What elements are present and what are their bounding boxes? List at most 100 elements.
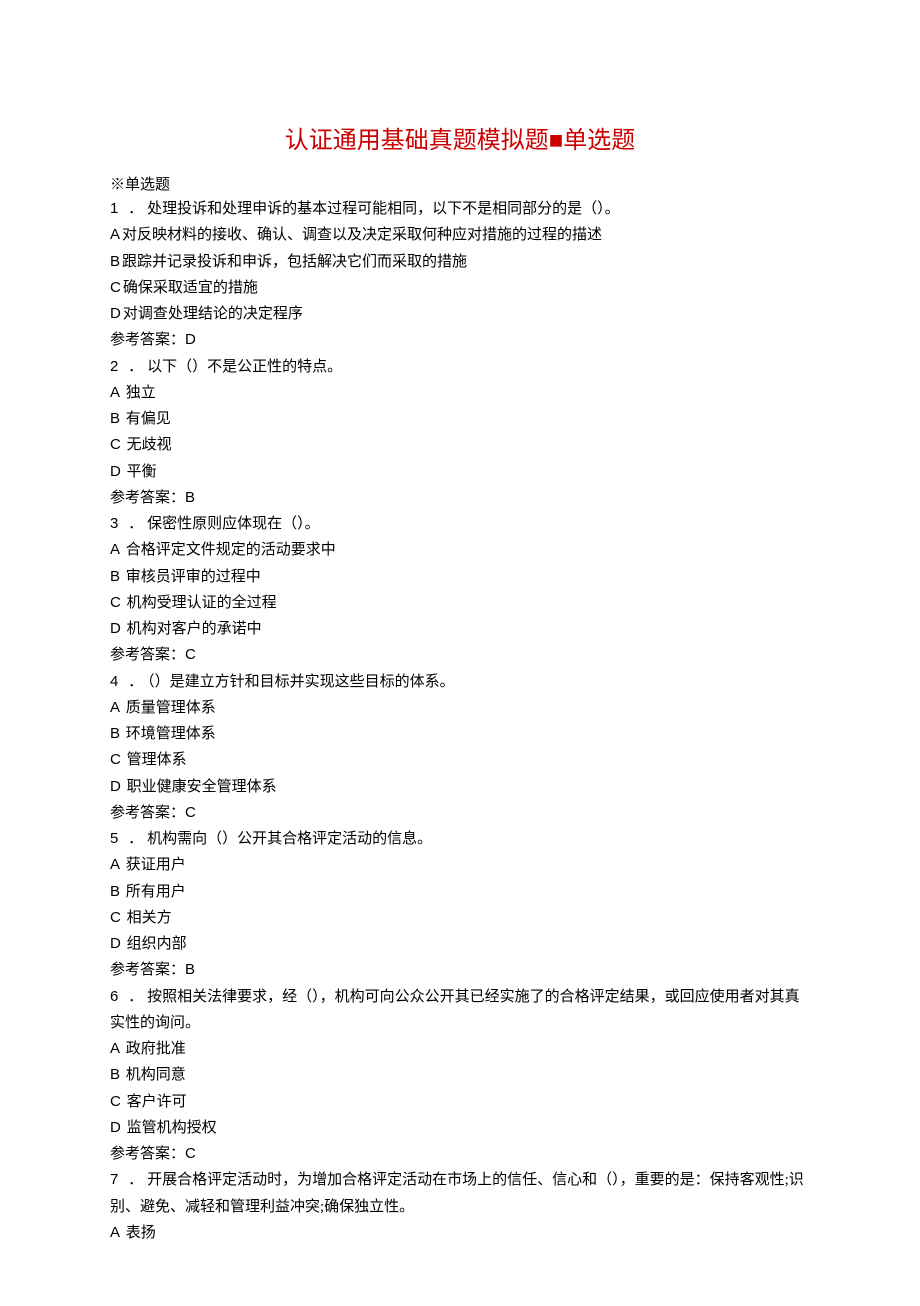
- question-number: 3: [110, 515, 118, 532]
- option-line: B 机构同意: [110, 1062, 810, 1088]
- document-page: 认证通用基础真题模拟题■单选题 ※单选题 1 ．处理投诉和处理申诉的基本过程可能…: [0, 0, 920, 1306]
- option-line: B 审核员评审的过程中: [110, 564, 810, 590]
- answer-label: 参考答案：: [110, 647, 185, 663]
- question-block: 6 ．按照相关法律要求，经（），机构可向公众公开其已经实施了的合格评定结果，或回…: [110, 984, 810, 1168]
- option-line: A 独立: [110, 380, 810, 406]
- option-text: 质量管理体系: [122, 700, 216, 716]
- option-label: D: [110, 778, 121, 795]
- option-label: B: [110, 410, 120, 427]
- question-number: 7: [110, 1171, 118, 1188]
- option-label: A: [110, 856, 120, 873]
- question-separator: ．: [124, 1172, 143, 1188]
- option-line: D 监管机构授权: [110, 1115, 810, 1141]
- option-label: C: [110, 436, 121, 453]
- option-line: A对反映材料的接收、确认、调查以及决定采取何种应对措施的过程的描述: [110, 222, 810, 248]
- answer-line: 参考答案：B: [110, 485, 810, 511]
- option-line: B 有偏见: [110, 406, 810, 432]
- answer-label: 参考答案：: [110, 490, 185, 506]
- question-separator: ．: [124, 989, 143, 1005]
- answer-label: 参考答案：: [110, 962, 185, 978]
- option-label: B: [110, 725, 120, 742]
- option-label: D: [110, 1119, 121, 1136]
- option-line: D 机构对客户的承诺中: [110, 616, 810, 642]
- option-label: A: [110, 384, 120, 401]
- option-line: A 获证用户: [110, 852, 810, 878]
- option-text: 确保采取适宜的措施: [123, 280, 258, 296]
- option-text: 所有用户: [122, 884, 186, 900]
- option-label: B: [110, 883, 120, 900]
- answer-label: 参考答案：: [110, 1146, 185, 1162]
- option-label: B: [110, 253, 120, 270]
- question-number: 6: [110, 988, 118, 1005]
- question-body: 处理投诉和处理申诉的基本过程可能相同，以下不是相同部分的是（）。: [147, 201, 620, 217]
- option-line: D对调查处理结论的决定程序: [110, 301, 810, 327]
- question-text: 5 ．机构需向（）公开其合格评定活动的信息。: [110, 826, 810, 852]
- question-text: 3 ．保密性原则应体现在（）。: [110, 511, 810, 537]
- option-text: 监管机构授权: [123, 1120, 217, 1136]
- question-block: 1 ．处理投诉和处理申诉的基本过程可能相同，以下不是相同部分的是（）。 A对反映材…: [110, 196, 810, 354]
- option-line: A 合格评定文件规定的活动要求中: [110, 537, 810, 563]
- answer-value: B: [185, 489, 195, 506]
- question-block: 4 ．（）是建立方针和目标并实现这些目标的体系。A 质量管理体系B 环境管理体系…: [110, 669, 810, 827]
- option-label: B: [110, 568, 120, 585]
- option-text: 环境管理体系: [122, 726, 216, 742]
- option-label: C: [110, 279, 121, 296]
- option-text: 独立: [122, 385, 156, 401]
- option-text: 机构对客户的承诺中: [123, 621, 262, 637]
- option-label: A: [110, 1040, 120, 1057]
- question-number: 1: [110, 200, 118, 217]
- question-body: （）是建立方针和目标并实现这些目标的体系。: [147, 674, 455, 690]
- question-separator: ．: [124, 831, 143, 847]
- option-label: A: [110, 1224, 120, 1241]
- square-icon: ■: [549, 127, 564, 154]
- answer-value: C: [185, 1145, 196, 1162]
- question-number: 2: [110, 358, 118, 375]
- option-line: C 客户许可: [110, 1089, 810, 1115]
- option-text: 有偏见: [122, 411, 171, 427]
- option-label: B: [110, 1066, 120, 1083]
- question-text: 4 ．（）是建立方针和目标并实现这些目标的体系。: [110, 669, 810, 695]
- option-line: B跟踪并记录投诉和申诉，包括解决它们而采取的措施: [110, 249, 810, 275]
- question-separator: ．: [124, 674, 143, 690]
- option-text: 职业健康安全管理体系: [123, 779, 277, 795]
- title-prefix: 认证通用基础真题模拟题: [285, 128, 549, 154]
- option-label: C: [110, 909, 121, 926]
- option-line: D 职业健康安全管理体系: [110, 774, 810, 800]
- option-text: 获证用户: [122, 857, 186, 873]
- answer-line: 参考答案：D: [110, 327, 810, 353]
- option-line: A 质量管理体系: [110, 695, 810, 721]
- answer-line: 参考答案：B: [110, 957, 810, 983]
- option-line: C 机构受理认证的全过程: [110, 590, 810, 616]
- answer-value: B: [185, 961, 195, 978]
- question-separator: ．: [124, 201, 143, 217]
- option-text: 管理体系: [123, 752, 187, 768]
- question-body: 机构需向（）公开其合格评定活动的信息。: [147, 831, 432, 847]
- option-text: 表扬: [122, 1225, 156, 1241]
- question-separator: ．: [124, 359, 143, 375]
- page-title: 认证通用基础真题模拟题■单选题: [110, 120, 810, 155]
- option-text: 客户许可: [123, 1094, 187, 1110]
- option-text: 跟踪并记录投诉和申诉，包括解决它们而采取的措施: [122, 254, 467, 270]
- option-text: 相关方: [123, 910, 172, 926]
- question-number: 5: [110, 830, 118, 847]
- option-text: 对反映材料的接收、确认、调查以及决定采取何种应对措施的过程的描述: [122, 227, 602, 243]
- question-body: 保密性原则应体现在（）。: [147, 516, 320, 532]
- option-line: C 相关方: [110, 905, 810, 931]
- option-line: C 管理体系: [110, 747, 810, 773]
- option-line: A 政府批准: [110, 1036, 810, 1062]
- option-label: A: [110, 541, 120, 558]
- option-text: 无歧视: [123, 437, 172, 453]
- answer-line: 参考答案：C: [110, 642, 810, 668]
- option-label: C: [110, 594, 121, 611]
- question-number: 4: [110, 673, 118, 690]
- option-text: 对调查处理结论的决定程序: [123, 306, 303, 322]
- question-text: 6 ．按照相关法律要求，经（），机构可向公众公开其已经实施了的合格评定结果，或回…: [110, 984, 810, 1037]
- answer-line: 参考答案：C: [110, 1141, 810, 1167]
- question-body: 开展合格评定活动时，为增加合格评定活动在市场上的信任、信心和（），重要的是：保持…: [110, 1172, 804, 1214]
- question-block: 7 ．开展合格评定活动时，为增加合格评定活动在市场上的信任、信心和（），重要的是…: [110, 1167, 810, 1246]
- option-label: D: [110, 935, 121, 952]
- option-label: C: [110, 1093, 121, 1110]
- question-block: 2 ．以下（）不是公正性的特点。A 独立B 有偏见C 无歧视D 平衡参考答案：B: [110, 354, 810, 512]
- option-line: D 组织内部: [110, 931, 810, 957]
- option-line: D 平衡: [110, 459, 810, 485]
